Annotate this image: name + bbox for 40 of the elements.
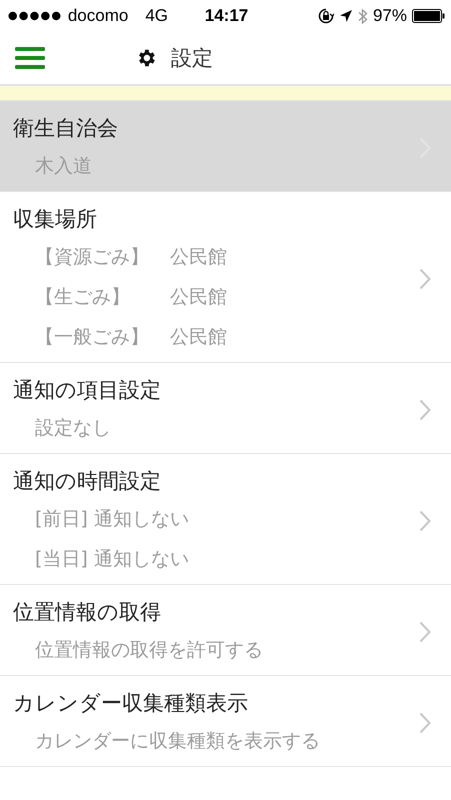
settings-row[interactable]: 通知の時間設定 [前日] 通知しない [当日] 通知しない [0,454,451,585]
signal-icon [8,11,63,21]
row-title: 位置情報の取得 [13,599,162,626]
row-value: 公民館 [170,285,227,310]
category-label: 【一般ごみ】 [35,325,150,350]
menu-icon[interactable] [15,47,45,69]
row-title: 衛生自治会 [13,115,119,142]
screen-title: 設定 [171,45,213,72]
chevron-right-icon [419,399,431,421]
chevron-right-icon [419,510,431,532]
settings-row[interactable]: 衛生自治会 木入道 [0,101,451,192]
settings-row[interactable]: 通知の項目設定 設定なし [0,363,451,454]
row-value: 公民館 [170,325,227,350]
row-title: カレンダー収集種類表示 [13,690,249,717]
category-label: 【生ごみ】 [35,285,131,310]
row-value: 設定なし [35,416,111,441]
carrier-name: docomo [68,6,128,26]
chevron-right-icon [419,268,431,290]
battery-icon [412,9,445,23]
location-arrow-icon [338,9,353,23]
chevron-right-icon [419,621,431,643]
rotation-lock-icon [318,8,334,24]
bluetooth-icon [358,8,368,24]
row-value: [当日] 通知しない [35,547,189,572]
row-value: 木入道 [35,154,92,179]
settings-row[interactable]: 収集場所 【資源ごみ】 公民館 【生ごみ】 公民館 【一般ごみ】 公民館 [0,192,451,363]
row-value: 公民館 [170,245,227,270]
row-value: カレンダーに収集種類を表示する [35,729,320,754]
row-title: 通知の時間設定 [13,468,162,495]
settings-row[interactable]: カレンダー収集種類表示 カレンダーに収集種類を表示する [0,676,451,767]
row-value: [前日] 通知しない [35,507,189,532]
row-title: 通知の項目設定 [13,377,162,404]
clock-time: 14:17 [204,6,248,26]
network-type: 4G [145,6,168,26]
settings-row[interactable]: 位置情報の取得 位置情報の取得を許可する [0,585,451,676]
battery-percent: 97% [372,6,407,26]
category-label: 【資源ごみ】 [35,245,150,270]
row-value: 位置情報の取得を許可する [35,638,263,663]
row-title: 収集場所 [13,206,98,233]
chevron-right-icon [419,712,431,734]
